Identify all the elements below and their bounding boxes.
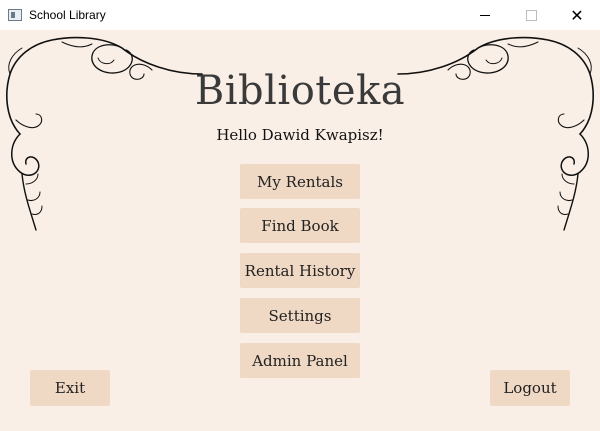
rental-history-button[interactable]: Rental History — [240, 253, 360, 288]
close-button[interactable]: ✕ — [554, 0, 600, 30]
minimize-button[interactable] — [462, 0, 508, 30]
maximize-button[interactable] — [508, 0, 554, 30]
admin-panel-button[interactable]: Admin Panel — [240, 343, 360, 378]
window-title: School Library — [29, 8, 106, 22]
greeting-text: Hello Dawid Kwapisz! — [216, 126, 384, 144]
exit-button[interactable]: Exit — [30, 370, 110, 406]
my-rentals-button[interactable]: My Rentals — [240, 164, 360, 199]
logout-button[interactable]: Logout — [490, 370, 570, 406]
title-bar: School Library ✕ — [0, 0, 600, 30]
find-book-button[interactable]: Find Book — [240, 208, 360, 243]
app-icon — [8, 9, 22, 21]
settings-button[interactable]: Settings — [240, 298, 360, 333]
app-window: School Library ✕ Biblioteka Hello Dawid … — [0, 0, 600, 431]
main-content: Biblioteka Hello Dawid Kwapisz! My Renta… — [0, 30, 600, 431]
minimize-icon — [480, 14, 490, 16]
close-icon: ✕ — [570, 5, 584, 25]
page-title: Biblioteka — [194, 68, 406, 114]
maximize-icon — [525, 9, 537, 21]
